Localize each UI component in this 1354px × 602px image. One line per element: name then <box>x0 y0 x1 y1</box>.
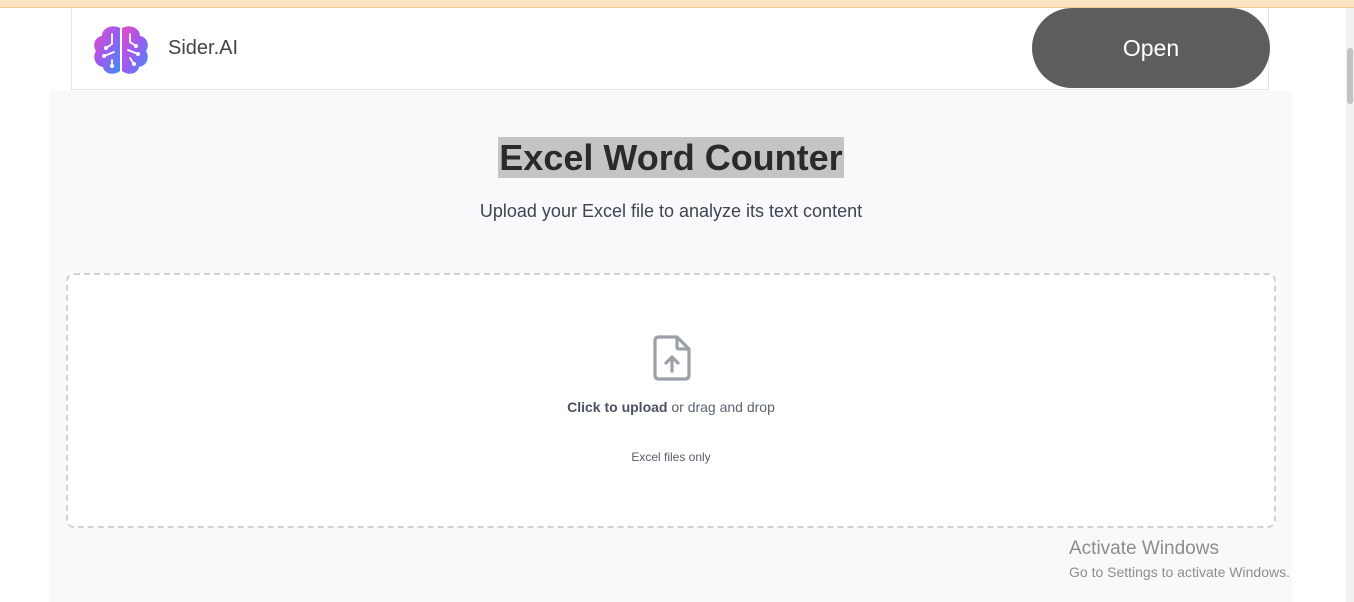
ad-brand-name[interactable]: Sider.AI <box>168 37 238 60</box>
file-upload-icon <box>653 335 691 381</box>
click-to-upload-link[interactable]: Click to upload <box>567 399 667 415</box>
page-subtitle: Upload your Excel file to analyze its te… <box>479 201 863 221</box>
page-title-text: Excel Word Counter <box>498 137 844 178</box>
ad-banner[interactable]: Sider.AI Open <box>71 8 1270 90</box>
brain-logo-icon <box>94 26 148 74</box>
watermark-subtitle: Go to Settings to activate Windows. <box>1069 564 1290 580</box>
windows-activation-watermark: Activate Windows Go to Settings to activ… <box>1069 538 1290 582</box>
ad-open-button[interactable]: Open <box>1032 8 1270 88</box>
watermark-title: Activate Windows <box>1069 538 1219 559</box>
scrollbar-thumb[interactable] <box>1347 48 1353 104</box>
main-panel: Excel Word Counter Upload your Excel fil… <box>50 91 1292 602</box>
upload-instructions[interactable]: Click to upload or drag and drop <box>68 399 1274 415</box>
drag-drop-text: or drag and drop <box>667 399 775 415</box>
file-dropzone[interactable]: Click to upload or drag and drop Excel f… <box>66 273 1276 528</box>
page-scrollbar[interactable] <box>1346 8 1354 602</box>
page-title: Excel Word Counter <box>50 137 1292 179</box>
file-type-hint: Excel files only <box>631 450 711 464</box>
browser-notification-strip <box>0 0 1354 8</box>
